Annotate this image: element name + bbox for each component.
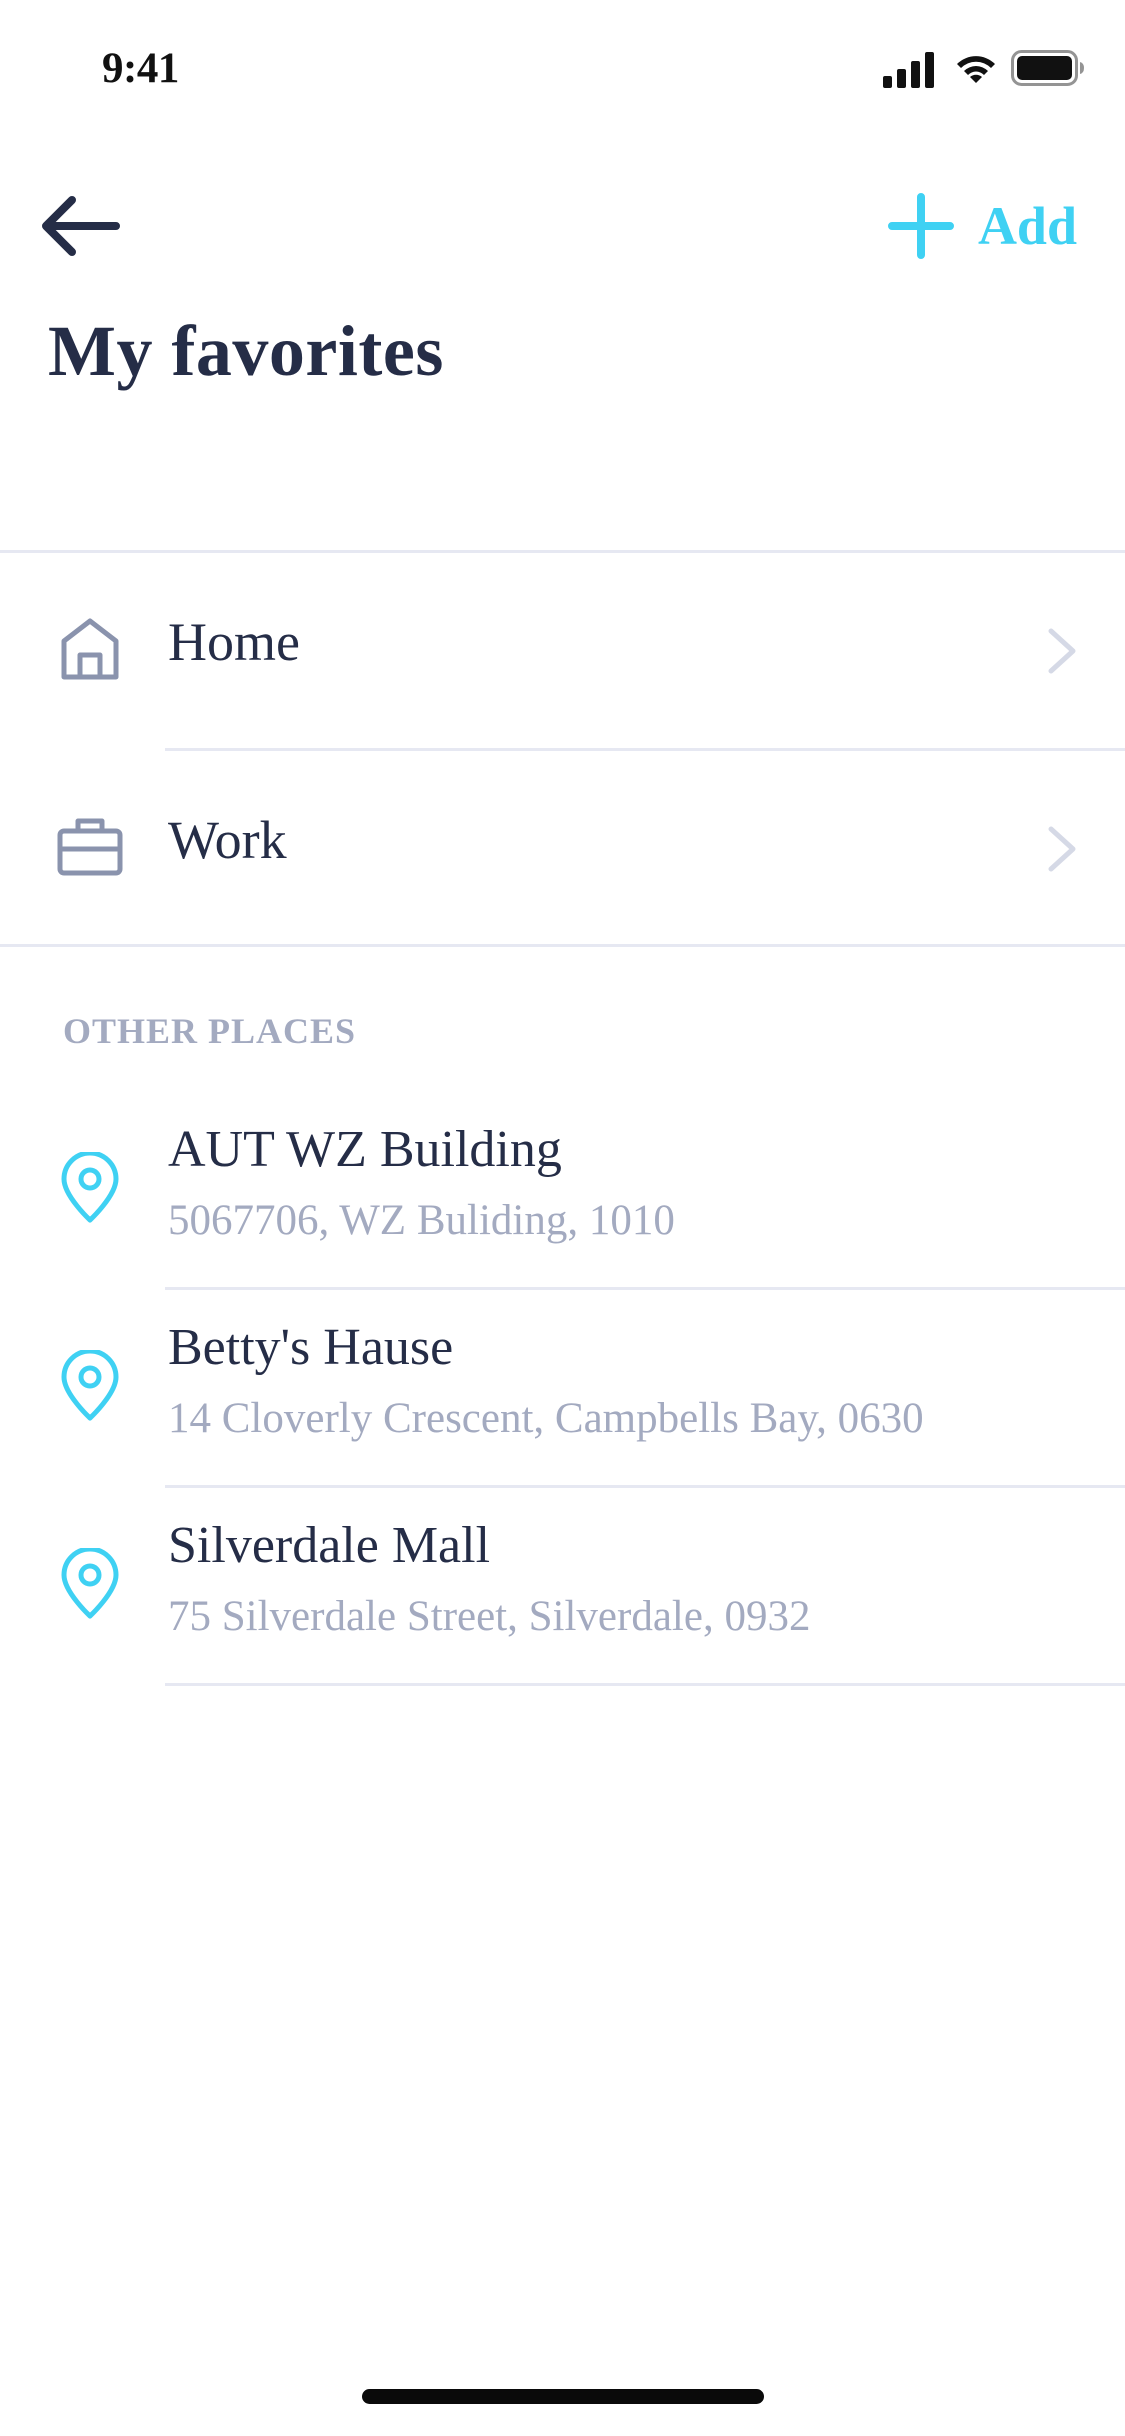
add-button-label: Add — [977, 196, 1077, 256]
favorite-label: Work — [168, 810, 287, 870]
chevron-right-icon — [1048, 628, 1076, 674]
battery-icon — [1011, 50, 1084, 86]
wifi-icon — [957, 56, 995, 83]
nav-bar: Add — [0, 160, 1125, 280]
status-bar: 9:41 — [0, 0, 1125, 132]
place-name: AUT WZ Building — [168, 1121, 562, 1178]
location-pin-icon — [61, 1548, 119, 1619]
place-name: Betty's Hause — [168, 1319, 454, 1376]
home-icon — [61, 618, 119, 680]
divider — [165, 1683, 1125, 1686]
place-address: 14 Cloverly Crescent, Campbells Bay, 063… — [168, 1395, 924, 1442]
place-row[interactable]: Silverdale Mall 75 Silverdale Street, Si… — [0, 1488, 1125, 1685]
status-icons — [883, 50, 1084, 90]
status-time: 9:41 — [102, 45, 179, 92]
location-pin-icon — [61, 1152, 119, 1223]
place-row[interactable]: Betty's Hause 14 Cloverly Crescent, Camp… — [0, 1290, 1125, 1487]
place-address: 75 Silverdale Street, Silverdale, 0932 — [168, 1593, 811, 1640]
chevron-right-icon — [1048, 826, 1076, 872]
favorite-label: Home — [168, 612, 300, 672]
place-address: 5067706, WZ Buliding, 1010 — [168, 1197, 675, 1244]
divider — [0, 944, 1125, 947]
favorite-row-home[interactable]: Home — [0, 553, 1125, 748]
briefcase-icon — [57, 818, 123, 876]
place-row[interactable]: AUT WZ Building 5067706, WZ Buliding, 10… — [0, 1092, 1125, 1289]
favorite-row-work[interactable]: Work — [0, 751, 1125, 946]
add-button[interactable]: Add — [887, 182, 1077, 270]
plus-icon — [887, 193, 954, 259]
arrow-left-icon — [42, 196, 120, 256]
location-pin-icon — [61, 1350, 119, 1421]
back-button[interactable] — [36, 182, 124, 270]
home-indicator[interactable] — [362, 2389, 764, 2404]
page-title: My favorites — [48, 311, 444, 391]
place-name: Silverdale Mall — [168, 1517, 491, 1574]
section-header-other-places: OTHER PLACES — [63, 1011, 357, 1051]
signal-icon — [883, 52, 934, 88]
